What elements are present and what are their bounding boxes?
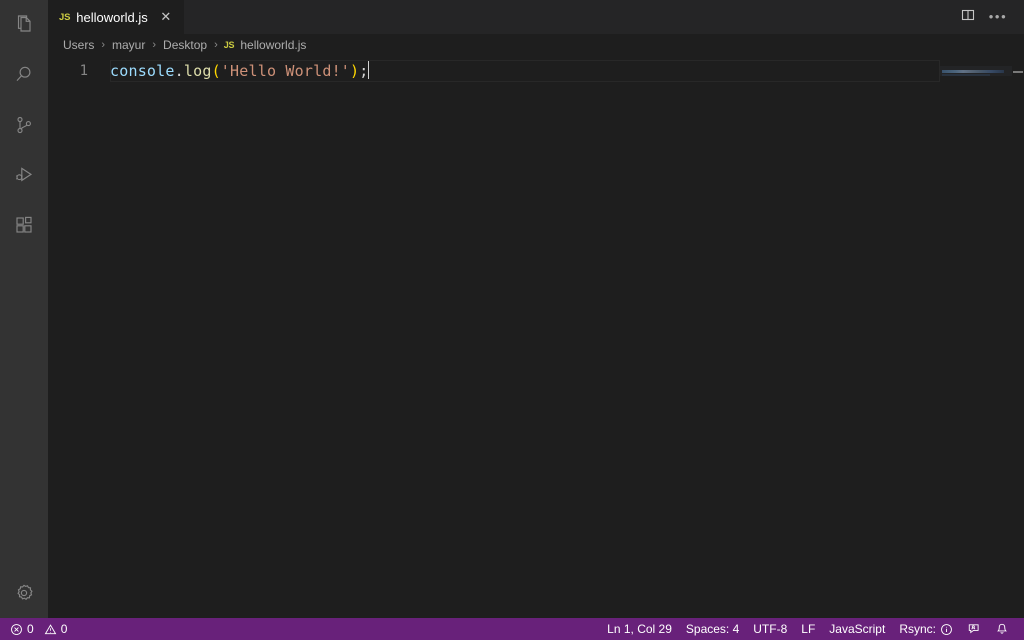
text-editor[interactable]: 1 console.log('Hello World!'); — [48, 56, 1024, 618]
feedback-icon — [967, 622, 981, 636]
search-icon — [12, 63, 36, 87]
sidebar-item-extensions[interactable] — [0, 200, 48, 250]
close-icon[interactable]: ✕ — [158, 9, 174, 25]
manage-settings-button[interactable] — [0, 568, 48, 618]
gear-icon — [12, 581, 36, 605]
breadcrumb-item-desktop[interactable]: Desktop — [162, 38, 208, 52]
run-debug-icon — [12, 163, 36, 187]
warning-count: 0 — [61, 622, 68, 636]
minimap-code-line-shadow — [942, 74, 990, 76]
minimap-code-line — [942, 70, 1004, 73]
eol-label: LF — [801, 622, 815, 636]
token-open-paren: ( — [212, 62, 221, 80]
breadcrumb-item-file[interactable]: helloworld.js — [239, 38, 307, 52]
vscode-window: JS helloworld.js ✕ ••• — [0, 0, 1024, 640]
status-indentation[interactable]: Spaces: 4 — [679, 618, 746, 640]
status-editor-selection[interactable]: Ln 1, Col 29 — [600, 618, 679, 640]
breadcrumb-item-mayur[interactable]: mayur — [111, 38, 146, 52]
breadcrumb-item-users[interactable]: Users — [62, 38, 95, 52]
tab-label: helloworld.js — [76, 10, 148, 25]
status-bar: 0 0 Ln 1, Col 29 Spaces: 4 UTF-8 — [0, 618, 1024, 640]
sidebar-item-source-control[interactable] — [0, 100, 48, 150]
encoding-label: UTF-8 — [753, 622, 787, 636]
breadcrumb-separator: › — [146, 39, 162, 51]
sidebar-item-run-and-debug[interactable] — [0, 150, 48, 200]
error-count: 0 — [27, 622, 34, 636]
breadcrumb-separator: › — [208, 39, 224, 51]
token-method: log — [184, 62, 212, 80]
editor-scrollbar[interactable] — [1012, 56, 1024, 618]
extensions-icon — [12, 213, 36, 237]
rsync-label: Rsync: — [899, 622, 936, 636]
token-close-paren: ) — [350, 62, 359, 80]
bell-icon — [995, 622, 1009, 636]
activity-bar — [0, 0, 48, 618]
status-encoding[interactable]: UTF-8 — [746, 618, 794, 640]
js-file-icon: JS — [224, 40, 235, 50]
tabs-container: JS helloworld.js ✕ ••• — [48, 0, 1024, 34]
text-cursor — [368, 61, 369, 79]
sidebar-item-explorer[interactable] — [0, 0, 48, 50]
activity-bar-top-group — [0, 0, 48, 250]
status-problems[interactable]: 0 0 — [0, 618, 74, 640]
indentation-label: Spaces: 4 — [686, 622, 739, 636]
workbench-body: JS helloworld.js ✕ ••• — [0, 0, 1024, 618]
split-editor-icon — [960, 7, 976, 28]
token-object: console — [110, 62, 175, 80]
cursor-position-label: Ln 1, Col 29 — [607, 622, 672, 636]
breadcrumb: Users › mayur › Desktop › JS helloworld.… — [48, 34, 1024, 56]
scrollbar-thumb[interactable] — [1013, 71, 1023, 73]
warning-icon — [44, 623, 57, 636]
line-number: 1 — [48, 60, 110, 82]
token-dot: . — [175, 62, 184, 80]
activity-bar-bottom-group — [0, 568, 48, 618]
editor-tab-helloworld-js[interactable]: JS helloworld.js ✕ — [48, 0, 184, 34]
code-line-text[interactable]: console.log('Hello World!'); — [110, 60, 369, 82]
sidebar-item-search[interactable] — [0, 50, 48, 100]
js-file-icon: JS — [59, 12, 70, 23]
files-icon — [12, 13, 36, 37]
breadcrumb-separator: › — [95, 39, 111, 51]
ellipsis-icon: ••• — [989, 13, 1007, 21]
status-bar-right: Ln 1, Col 29 Spaces: 4 UTF-8 LF JavaScri… — [600, 618, 1024, 640]
status-rsync[interactable]: Rsync: — [892, 618, 960, 640]
editor-actions: ••• — [954, 0, 1024, 34]
error-icon — [10, 623, 23, 636]
status-eol[interactable]: LF — [794, 618, 822, 640]
split-editor-button[interactable] — [954, 3, 982, 31]
status-feedback[interactable] — [960, 618, 988, 640]
source-control-icon — [12, 113, 36, 137]
status-bar-left: 0 0 — [0, 618, 74, 640]
status-language-mode[interactable]: JavaScript — [822, 618, 892, 640]
token-string: 'Hello World!' — [221, 62, 350, 80]
code-line-1: 1 console.log('Hello World!'); — [48, 60, 1024, 82]
code-content: 1 console.log('Hello World!'); — [48, 56, 1024, 618]
status-notifications[interactable] — [988, 618, 1016, 640]
more-actions-button[interactable]: ••• — [984, 3, 1012, 31]
info-icon — [940, 623, 953, 636]
editor-group: JS helloworld.js ✕ ••• — [48, 0, 1024, 618]
minimap[interactable] — [940, 56, 1012, 618]
language-mode-label: JavaScript — [829, 622, 885, 636]
